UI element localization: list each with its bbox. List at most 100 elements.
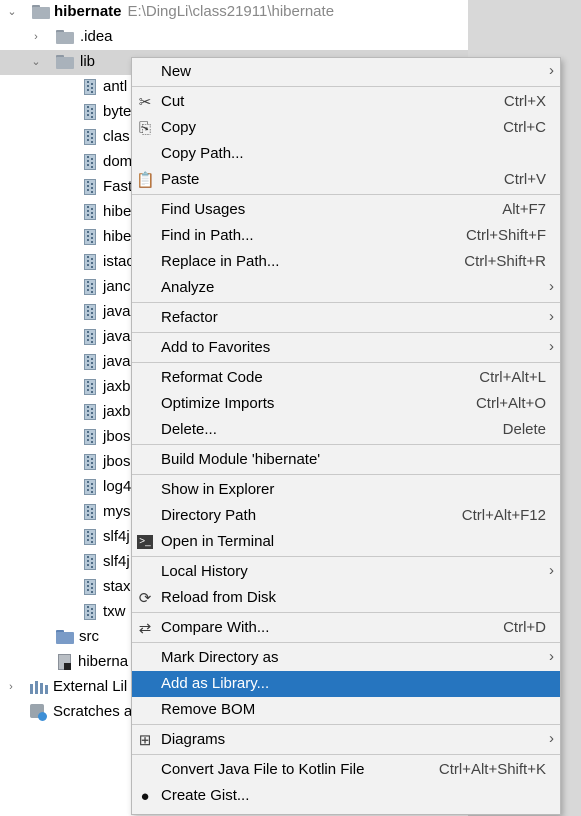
menu-shortcut: Ctrl+D xyxy=(503,619,546,636)
menu-label: Mark Directory as xyxy=(161,649,279,666)
folder-icon xyxy=(56,30,74,44)
menu-item-analyze[interactable]: Analyze › xyxy=(132,275,560,301)
jar-icon xyxy=(84,129,96,145)
module-file-icon xyxy=(58,654,71,670)
submenu-arrow-icon: › xyxy=(549,62,554,79)
source-folder-icon xyxy=(56,630,74,644)
menu-shortcut: Alt+F7 xyxy=(502,201,546,218)
menu-item-add-as-library[interactable]: Add as Library... xyxy=(132,671,560,697)
chevron-down-icon[interactable]: ⌄ xyxy=(6,6,18,18)
tree-label-jar: antl xyxy=(103,78,128,95)
menu-item-add-to-favorites[interactable]: Add to Favorites › xyxy=(132,335,560,361)
menu-label: Directory Path xyxy=(161,507,257,524)
menu-item-optimize-imports[interactable]: Optimize Imports Ctrl+Alt+O xyxy=(132,391,560,417)
tree-label-jar: jbos xyxy=(103,453,131,470)
menu-item-compare-with[interactable]: ⇄ Compare With... Ctrl+D xyxy=(132,615,560,641)
menu-item-show-in-explorer[interactable]: Show in Explorer xyxy=(132,477,560,503)
menu-item-paste[interactable]: 📋 Paste Ctrl+V xyxy=(132,167,560,193)
menu-item-mark-directory-as[interactable]: Mark Directory as › xyxy=(132,645,560,671)
menu-label: Convert Java File to Kotlin File xyxy=(161,761,365,778)
tree-label-jar: jbos xyxy=(103,428,131,445)
tree-row-idea[interactable]: › .idea xyxy=(0,25,468,50)
menu-item-new[interactable]: New › xyxy=(132,59,560,85)
menu-item-cut[interactable]: ✂ Cut Ctrl+X xyxy=(132,89,560,115)
menu-item-convert-java-file-to-kotlin-file[interactable]: Convert Java File to Kotlin File Ctrl+Alt… xyxy=(132,757,560,783)
tree-label-jar: java xyxy=(103,353,131,370)
menu-separator xyxy=(132,754,560,755)
tree-label-src: src xyxy=(79,628,99,645)
menu-separator xyxy=(132,556,560,557)
menu-item-find-usages[interactable]: Find Usages Alt+F7 xyxy=(132,197,560,223)
menu-shortcut: Ctrl+V xyxy=(503,171,546,188)
menu-item-copy-path[interactable]: Copy Path... xyxy=(132,141,560,167)
menu-icon-reload-from-disk: ⟳ xyxy=(138,590,152,607)
tree-label-jar: java xyxy=(103,303,131,320)
submenu-arrow-icon: › xyxy=(549,308,554,325)
menu-label: Cut xyxy=(161,93,185,110)
submenu-arrow-icon: › xyxy=(549,648,554,665)
chevron-down-icon[interactable]: ⌄ xyxy=(30,56,42,68)
chevron-right-icon[interactable]: › xyxy=(30,31,42,43)
menu-item-refactor[interactable]: Refactor › xyxy=(132,305,560,331)
tree-label-jar: java xyxy=(103,328,131,345)
project-path: E:\DingLi\class21911\hibernate xyxy=(127,3,335,20)
jar-icon xyxy=(84,604,96,620)
menu-label: Add as Library... xyxy=(161,675,270,692)
tree-label-iml: hiberna xyxy=(78,653,129,670)
menu-item-directory-path[interactable]: Directory Path Ctrl+Alt+F12 xyxy=(132,503,560,529)
menu-item-create-gist[interactable]: ● Create Gist... xyxy=(132,783,560,809)
menu-item-local-history[interactable]: Local History › xyxy=(132,559,560,585)
menu-separator xyxy=(132,612,560,613)
menu-separator xyxy=(132,302,560,303)
menu-label: Delete... xyxy=(161,421,217,438)
menu-item-replace-in-path[interactable]: Replace in Path... Ctrl+Shift+R xyxy=(132,249,560,275)
menu-icon-open-in-terminal: >_ xyxy=(137,535,153,549)
tree-label-jar: slf4j xyxy=(103,553,130,570)
jar-icon xyxy=(84,404,96,420)
jar-icon xyxy=(84,354,96,370)
menu-label: Compare With... xyxy=(161,619,270,636)
menu-label: Open in Terminal xyxy=(161,533,275,550)
library-icon xyxy=(30,681,48,694)
menu-item-copy[interactable]: ⎘ Copy Ctrl+C xyxy=(132,115,560,141)
menu-item-open-in-terminal[interactable]: >_ Open in Terminal xyxy=(132,529,560,555)
tree-label-idea: .idea xyxy=(80,28,113,45)
menu-item-remove-bom[interactable]: Remove BOM xyxy=(132,697,560,723)
tree-row-root[interactable]: ⌄ hibernate E:\DingLi\class21911\hibernat… xyxy=(0,0,468,25)
jar-icon xyxy=(84,554,96,570)
folder-icon xyxy=(56,55,74,69)
tree-label-jar: jaxb xyxy=(103,403,131,420)
menu-separator xyxy=(132,642,560,643)
jar-icon xyxy=(84,279,96,295)
menu-label: Replace in Path... xyxy=(161,253,280,270)
menu-label: New xyxy=(161,63,192,80)
menu-label: Local History xyxy=(161,563,248,580)
menu-item-diagrams[interactable]: ⊞ Diagrams › xyxy=(132,727,560,753)
menu-icon-paste: 📋 xyxy=(136,172,155,189)
menu-label: Copy Path... xyxy=(161,145,244,162)
menu-item-reload-from-disk[interactable]: ⟳ Reload from Disk xyxy=(132,585,560,611)
jar-icon xyxy=(84,79,96,95)
menu-item-delete[interactable]: Delete... Delete xyxy=(132,417,560,443)
context-menu: New › ✂ Cut Ctrl+X ⎘ Copy Ctrl+C Copy Path... 📋 Pa… xyxy=(131,57,561,815)
project-name: hibernate xyxy=(54,3,122,20)
tree-label-jar: hibe xyxy=(103,228,132,245)
menu-icon-create-gist: ● xyxy=(140,788,150,805)
jar-icon xyxy=(84,579,96,595)
menu-item-reformat-code[interactable]: Reformat Code Ctrl+Alt+L xyxy=(132,365,560,391)
menu-label: Reformat Code xyxy=(161,369,263,386)
menu-item-build-module-hibernate[interactable]: Build Module 'hibernate' xyxy=(132,447,560,473)
menu-shortcut: Ctrl+Shift+R xyxy=(464,253,546,270)
menu-label: Copy xyxy=(161,119,197,136)
tree-label-jar: byte xyxy=(103,103,132,120)
chevron-right-icon[interactable]: › xyxy=(5,681,17,693)
menu-label: Refactor xyxy=(161,309,218,326)
menu-shortcut: Ctrl+Alt+O xyxy=(475,395,546,412)
menu-shortcut: Ctrl+Alt+F12 xyxy=(461,507,546,524)
menu-item-find-in-path[interactable]: Find in Path... Ctrl+Shift+F xyxy=(132,223,560,249)
tree-label-lib: lib xyxy=(80,53,96,70)
jar-icon xyxy=(84,254,96,270)
jar-icon xyxy=(84,104,96,120)
menu-separator xyxy=(132,86,560,87)
tree-label-jar: jaxb xyxy=(103,378,131,395)
